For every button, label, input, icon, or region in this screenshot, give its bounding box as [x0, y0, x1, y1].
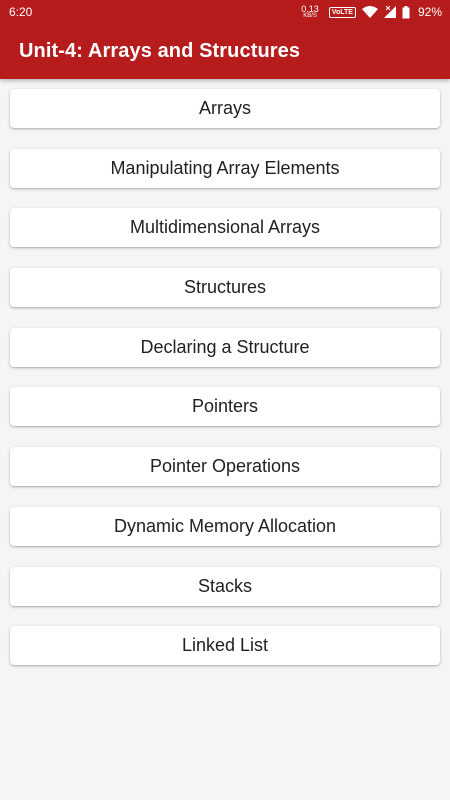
battery-icon	[402, 5, 410, 19]
status-icons: 0.13 KB/S VoLTE 92%	[301, 3, 442, 20]
status-time: 6:20	[9, 5, 33, 19]
topic-stacks-button[interactable]: Stacks	[10, 566, 440, 606]
volte-badge: VoLTE	[328, 6, 356, 18]
topic-pointer-operations-button[interactable]: Pointer Operations	[10, 447, 440, 487]
network-speed-unit: KB/S	[303, 12, 317, 19]
network-speed: 0.13 KB/S	[301, 3, 319, 20]
topic-linked-list-button[interactable]: Linked List	[10, 626, 440, 666]
battery-percent: 92%	[417, 5, 442, 19]
topic-structures-button[interactable]: Structures	[10, 268, 440, 308]
topic-multidimensional-arrays-button[interactable]: Multidimensional Arrays	[10, 208, 440, 248]
topic-pointers-button[interactable]: Pointers	[10, 387, 440, 427]
topic-arrays-button[interactable]: Arrays	[10, 89, 440, 128]
topic-dynamic-memory-allocation-button[interactable]: Dynamic Memory Allocation	[10, 506, 440, 546]
status-bar: 6:20 0.13 KB/S VoLTE 92%	[0, 0, 450, 24]
network-speed-value: 0.13	[301, 3, 319, 14]
topic-declaring-a-structure-button[interactable]: Declaring a Structure	[10, 327, 440, 367]
app-bar: Unit-4: Arrays and Structures	[0, 24, 450, 79]
topic-manipulating-array-elements-button[interactable]: Manipulating Array Elements	[10, 148, 440, 188]
page-title: Unit-4: Arrays and Structures	[19, 40, 301, 62]
wifi-icon	[361, 6, 378, 18]
signal-icon	[383, 6, 396, 18]
topic-list: Arrays Manipulating Array Elements Multi…	[10, 89, 440, 686]
